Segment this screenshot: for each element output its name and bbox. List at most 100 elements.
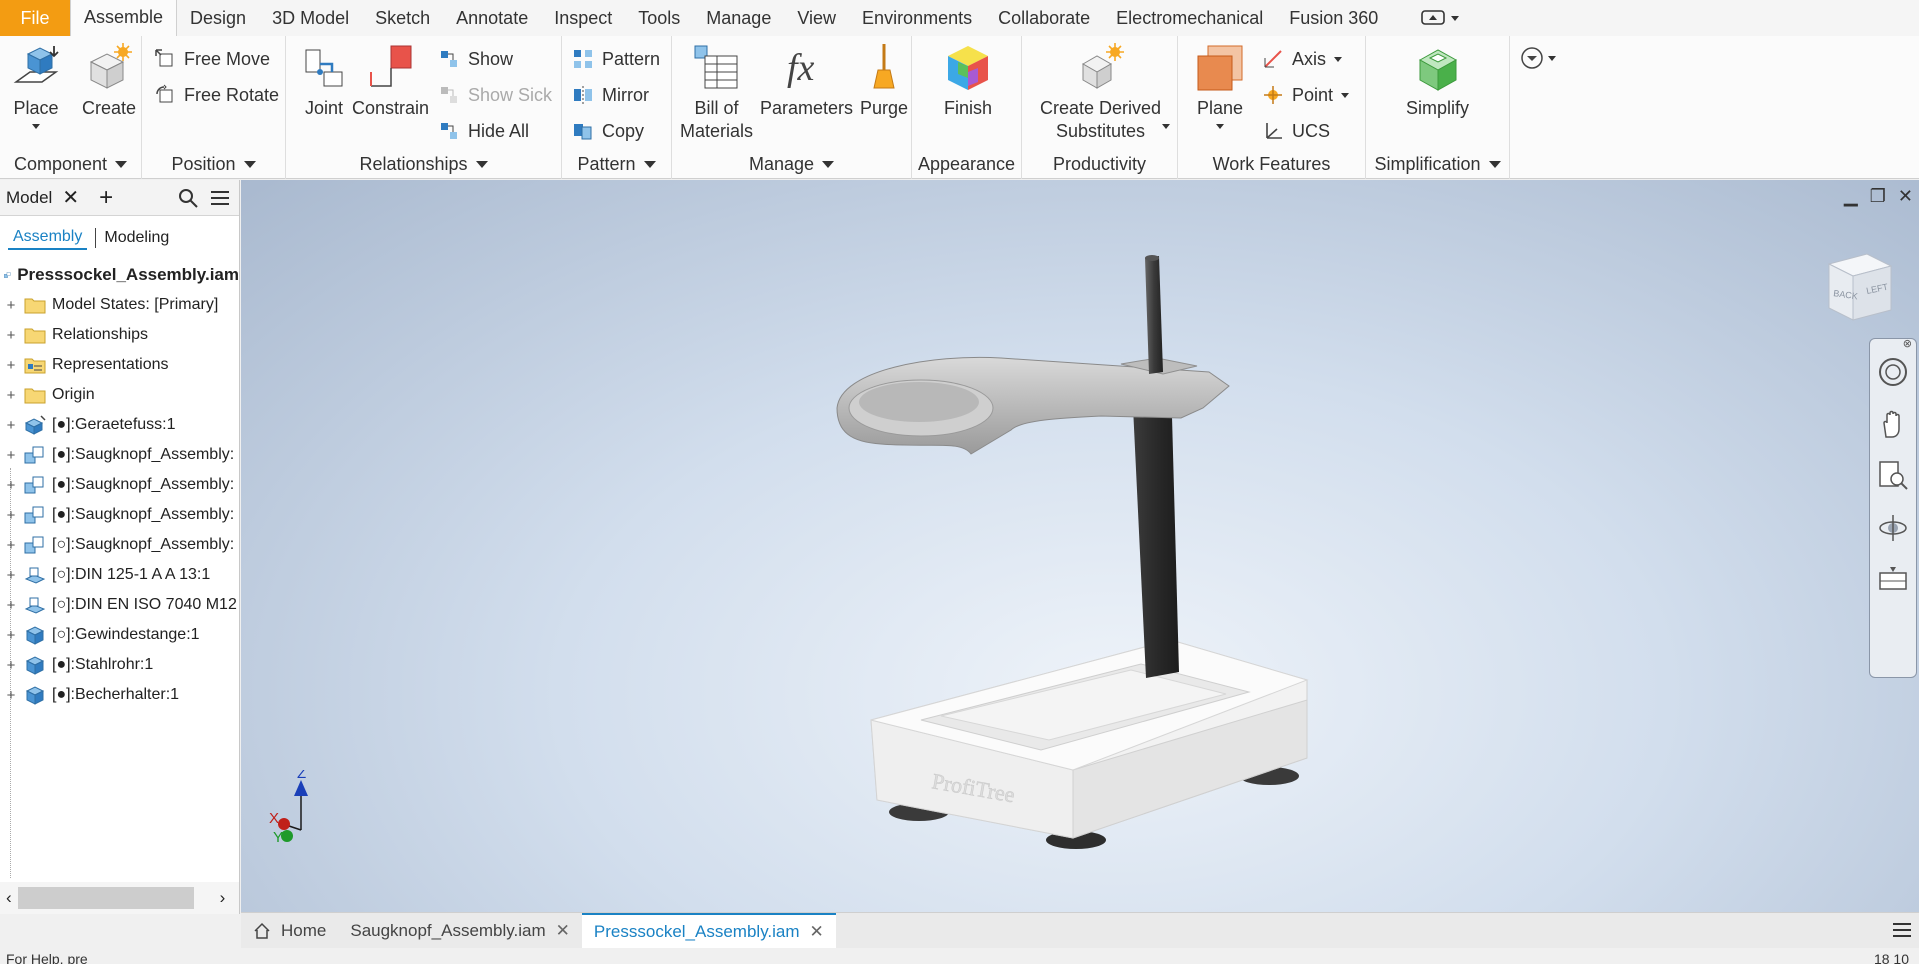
tab-view[interactable]: View <box>784 0 849 36</box>
add-browser-icon[interactable]: + <box>99 184 113 212</box>
expand-icon[interactable]: + <box>4 297 18 314</box>
tab-electromechanical[interactable]: Electromechanical <box>1103 0 1276 36</box>
tab-saugknopf-assembly[interactable]: Saugknopf_Assembly.iam ✕ <box>338 913 582 949</box>
show-button[interactable]: Show <box>438 46 513 72</box>
chevron-down-icon[interactable] <box>1162 124 1170 129</box>
finish-button[interactable]: Finish <box>942 42 994 120</box>
panel-manage-label[interactable]: Manage <box>672 149 911 179</box>
point-button[interactable]: Point <box>1262 82 1350 108</box>
pattern-button[interactable]: Pattern <box>572 46 660 72</box>
tab-presssockel-assembly[interactable]: Presssockel_Assembly.iam ✕ <box>581 912 836 949</box>
tree-item-representations[interactable]: + Representations <box>0 350 239 380</box>
tab-annotate[interactable]: Annotate <box>443 0 541 36</box>
tab-modeling[interactable]: Modeling <box>104 229 169 247</box>
tab-assemble[interactable]: Assemble <box>70 0 178 36</box>
file-menu-tab[interactable]: File <box>0 0 70 36</box>
tree-item-relationships[interactable]: + Relationships <box>0 320 239 350</box>
panel-component-label[interactable]: Component <box>0 149 141 179</box>
tab-3d-model[interactable]: 3D Model <box>259 0 362 36</box>
ribbon-more-button[interactable] <box>1520 46 1556 70</box>
graphics-viewport[interactable]: ▁ ❐ ✕ BACK LEFT ⊗ ProfiTree Z X Y <box>241 180 1919 912</box>
tree-item-din-125[interactable]: + [○]:DIN 125-1 A A 13:1 <box>0 560 239 590</box>
document-tabs: Home Saugknopf_Assembly.iam ✕ Presssocke… <box>241 912 1919 949</box>
copy-button[interactable]: Copy <box>572 118 644 144</box>
document-list-menu-icon[interactable] <box>1891 919 1913 941</box>
expand-icon[interactable]: + <box>4 507 18 524</box>
close-icon[interactable]: ✕ <box>556 921 570 941</box>
expand-icon[interactable]: + <box>4 357 18 374</box>
panel-manage: Bill of Materials fx Parameters Purge Ma… <box>672 36 912 179</box>
purge-broom-icon <box>873 44 895 89</box>
tree-item-saugknopf-4[interactable]: + [○]:Saugknopf_Assembly: <box>0 530 239 560</box>
expand-icon[interactable]: + <box>4 687 18 704</box>
model-press-stand[interactable]: ProfiTree <box>241 180 1919 912</box>
tab-tools[interactable]: Tools <box>625 0 693 36</box>
tab-home[interactable]: Home <box>241 913 338 949</box>
tree-item-saugknopf-3[interactable]: + [●]:Saugknopf_Assembly: <box>0 500 239 530</box>
constrain-button[interactable]: Constrain <box>352 42 429 120</box>
tab-sketch[interactable]: Sketch <box>362 0 443 36</box>
expand-icon[interactable]: + <box>4 477 18 494</box>
ribbon-toggle-icon <box>1421 10 1446 25</box>
expand-icon[interactable]: + <box>4 417 18 434</box>
search-icon[interactable] <box>177 187 199 209</box>
create-derived-substitutes-button[interactable]: Create Derived Substitutes <box>1040 42 1161 143</box>
expand-icon[interactable]: + <box>4 327 18 344</box>
plane-button[interactable]: Plane <box>1194 42 1246 129</box>
panel-simplification-label[interactable]: Simplification <box>1366 149 1509 179</box>
tree-item-origin[interactable]: + Origin <box>0 380 239 410</box>
tab-manage[interactable]: Manage <box>693 0 784 36</box>
tree-item-saugknopf-1[interactable]: + [●]:Saugknopf_Assembly: <box>0 440 239 470</box>
expand-icon[interactable]: + <box>4 537 18 554</box>
expand-icon[interactable]: + <box>4 657 18 674</box>
scroll-left-icon[interactable]: ‹ <box>6 888 12 908</box>
parameters-button[interactable]: fx Parameters <box>760 42 853 120</box>
browser-title: Model <box>6 187 53 207</box>
create-button[interactable]: Create <box>82 42 136 120</box>
expand-icon[interactable]: + <box>4 387 18 404</box>
purge-button[interactable]: Purge <box>858 42 910 120</box>
expand-icon[interactable]: + <box>4 447 18 464</box>
simplify-button[interactable]: Simplify <box>1406 42 1469 120</box>
tab-design[interactable]: Design <box>177 0 259 36</box>
browser-horizontal-scrollbar[interactable]: ‹ › <box>0 882 239 914</box>
ribbon-display-options[interactable] <box>1421 0 1460 36</box>
tree-item-model-states[interactable]: + Model States: [Primary] <box>0 290 239 320</box>
free-rotate-button[interactable]: Free Rotate <box>154 82 279 108</box>
joint-button[interactable]: Joint <box>298 42 350 120</box>
tab-fusion-360[interactable]: Fusion 360 <box>1276 0 1391 36</box>
tree-item-gewindestange[interactable]: + [○]:Gewindestange:1 <box>0 620 239 650</box>
tree-root-assembly[interactable]: Presssockel_Assembly.iam <box>0 260 239 290</box>
close-icon[interactable]: ✕ <box>62 185 79 210</box>
hide-all-button[interactable]: Hide All <box>438 118 529 144</box>
axis-button[interactable]: Axis <box>1262 46 1343 72</box>
scroll-thumb[interactable] <box>17 887 194 909</box>
show-sick-button[interactable]: Show Sick <box>438 82 552 108</box>
ucs-button[interactable]: UCS <box>1262 118 1330 144</box>
panel-position-label[interactable]: Position <box>142 149 285 179</box>
tree-item-saugknopf-2[interactable]: + [●]:Saugknopf_Assembly: <box>0 470 239 500</box>
place-button[interactable]: Place <box>10 42 62 129</box>
bill-of-materials-button[interactable]: Bill of Materials <box>680 42 753 143</box>
tab-assembly[interactable]: Assembly <box>8 226 88 250</box>
expand-icon[interactable]: + <box>4 567 18 584</box>
expand-icon[interactable]: + <box>4 597 18 614</box>
tree-item-geraetefuss[interactable]: + [●]:Geraetefuss:1 <box>0 410 239 440</box>
tab-inspect[interactable]: Inspect <box>541 0 625 36</box>
free-move-button[interactable]: Free Move <box>154 46 270 72</box>
axis-triad: Z X Y <box>269 770 308 846</box>
tab-environments[interactable]: Environments <box>849 0 985 36</box>
panel-pattern-label[interactable]: Pattern <box>562 149 671 179</box>
scroll-right-icon[interactable]: › <box>220 888 226 908</box>
panel-relationships-label[interactable]: Relationships <box>286 149 561 179</box>
hamburger-menu-icon[interactable] <box>209 187 231 209</box>
tree-item-stahlrohr[interactable]: + [●]:Stahlrohr:1 <box>0 650 239 680</box>
expand-icon[interactable]: + <box>4 627 18 644</box>
mirror-button[interactable]: Mirror <box>572 82 649 108</box>
close-icon[interactable]: ✕ <box>810 922 824 942</box>
browser-mode-tabs: Assembly Modeling <box>0 216 239 260</box>
tree-item-becherhalter[interactable]: + [●]:Becherhalter:1 <box>0 680 239 710</box>
tree-item-din-en-iso-7040[interactable]: + [○]:DIN EN ISO 7040 M12 <box>0 590 239 620</box>
folder-icon <box>24 328 46 344</box>
tab-collaborate[interactable]: Collaborate <box>985 0 1103 36</box>
